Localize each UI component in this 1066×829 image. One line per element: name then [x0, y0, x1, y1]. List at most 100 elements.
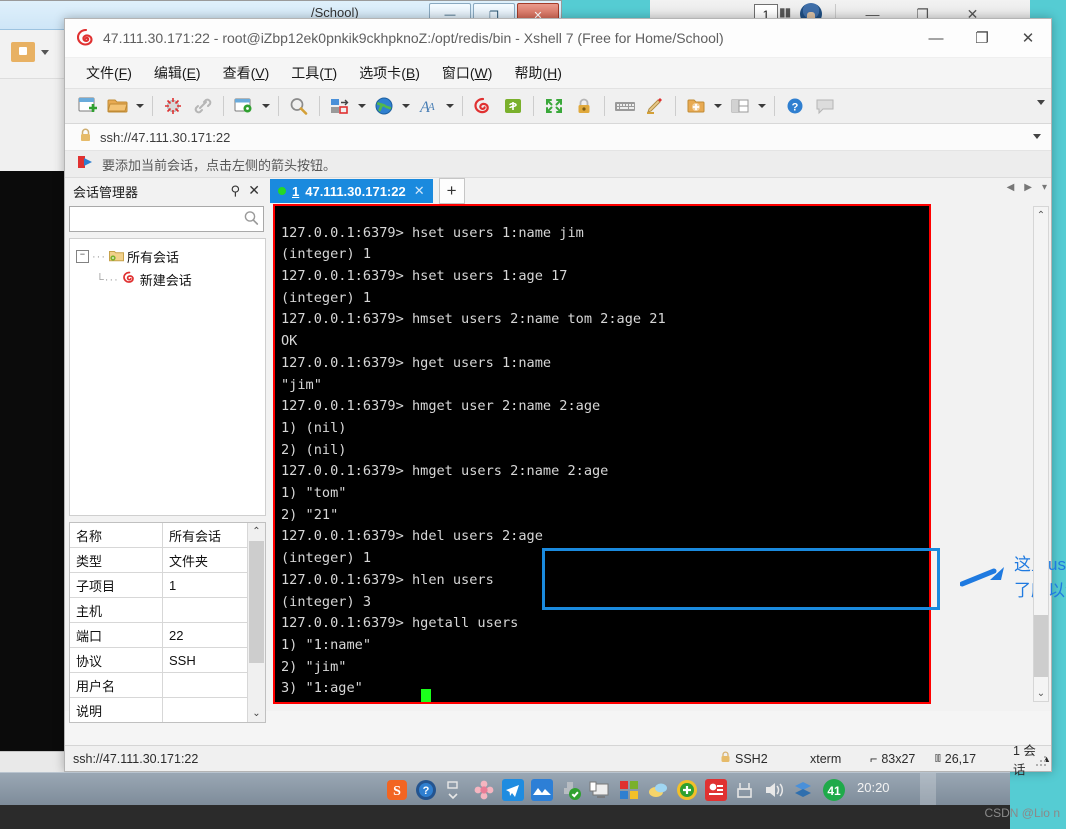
tree-item-all-sessions[interactable]: − ··· 所有会话 — [70, 245, 265, 268]
terminal-scrollbar[interactable]: ⌃ ⌄ — [1033, 206, 1049, 702]
show-desktop-button[interactable] — [920, 773, 936, 806]
disconnect-icon[interactable] — [158, 92, 188, 120]
system-tray[interactable]: S ? 41 — [380, 773, 847, 806]
usb-ok-icon[interactable] — [560, 779, 582, 801]
background-terminal[interactable]: ge 30 3 — [0, 171, 66, 751]
fullscreen-icon[interactable] — [539, 92, 569, 120]
comment-icon[interactable] — [810, 92, 840, 120]
tab-strip[interactable]: 1 47.111.30.171:22 ✕ + ◀ ▶ ▾ — [270, 178, 1051, 204]
menu-file[interactable]: 文件(F) — [77, 60, 141, 86]
plug-icon[interactable] — [734, 779, 756, 801]
chevron-down-icon[interactable] — [1033, 134, 1041, 139]
menu-window[interactable]: 窗口(W) — [433, 60, 502, 86]
taskbar-clock[interactable]: 20:20 — [857, 780, 890, 795]
qq-cloud-icon[interactable] — [647, 779, 669, 801]
properties-table[interactable]: 名称 所有会话 类型 文件夹 子项目 1 主机 端口 22 协议 SSH 用户名 说明 ⌃… — [69, 522, 266, 723]
search-icon[interactable] — [243, 210, 259, 231]
link-icon[interactable] — [188, 92, 218, 120]
xshell-session-icon — [122, 271, 137, 288]
font-icon[interactable]: AA — [413, 92, 443, 120]
session-manager-panel[interactable]: 会话管理器 ⚲ ✕ − ··· 所有会话 └··· 新建会话 名称 所有会话 类… — [65, 178, 271, 723]
highlight-icon[interactable] — [640, 92, 670, 120]
menu-view[interactable]: 查看(V) — [214, 60, 279, 86]
new-session-icon[interactable] — [73, 92, 103, 120]
menu-tabs[interactable]: 选项卡(B) — [350, 60, 429, 86]
table-row: 主机 — [70, 598, 265, 623]
windows-taskbar[interactable]: S ? 41 20:20 — [0, 772, 1010, 806]
close-icon[interactable]: ✕ — [248, 182, 260, 199]
open-folder-icon[interactable] — [103, 92, 133, 120]
scrollbar-thumb[interactable] — [249, 541, 264, 663]
mountain-icon[interactable] — [531, 778, 553, 801]
chevron-down-icon[interactable] — [443, 92, 457, 120]
tab-scroll-right-icon[interactable]: ▶ — [1024, 182, 1032, 193]
help-icon[interactable]: ? — [780, 92, 810, 120]
menubar[interactable]: 文件(F) 编辑(E) 查看(V) 工具(T) 选项卡(B) 窗口(W) 帮助(… — [65, 58, 1051, 88]
address-bar[interactable]: ssh://47.111.30.171:22 — [65, 124, 1051, 151]
scroll-down-icon[interactable]: ⌄ — [1034, 685, 1048, 701]
maximize-button[interactable]: ❐ — [959, 19, 1005, 57]
watermark-text: CSDN @Lio n — [984, 806, 1060, 820]
transfer-icon[interactable] — [325, 92, 355, 120]
divider — [319, 96, 320, 116]
session-properties-icon[interactable] — [229, 92, 259, 120]
session-tree[interactable]: − ··· 所有会话 └··· 新建会话 — [69, 238, 266, 516]
tree-item-new-session[interactable]: └··· 新建会话 — [70, 268, 265, 291]
chevron-down-icon[interactable] — [399, 92, 413, 120]
globe-icon[interactable] — [369, 92, 399, 120]
add-tab-icon[interactable] — [681, 92, 711, 120]
scroll-down-icon[interactable]: ⌄ — [248, 705, 265, 722]
layout-icon[interactable] — [725, 92, 755, 120]
keyboard-icon[interactable] — [610, 92, 640, 120]
tab-scroll-left-icon[interactable]: ◀ — [1007, 182, 1015, 193]
menu-edit[interactable]: 编辑(E) — [145, 60, 210, 86]
menu-help[interactable]: 帮助(H) — [505, 60, 570, 86]
collapse-toggle-icon[interactable]: − — [76, 250, 89, 263]
terminal-area: 1 47.111.30.171:22 ✕ + ◀ ▶ ▾ 127.0.0.1:6… — [270, 178, 1066, 711]
windows-icon[interactable] — [618, 779, 640, 801]
telegram-icon[interactable] — [502, 778, 524, 801]
lock-icon[interactable] — [569, 92, 599, 120]
volume-icon[interactable] — [763, 779, 785, 801]
search-input[interactable] — [69, 206, 264, 232]
menu-tools[interactable]: 工具(T) — [282, 60, 346, 86]
window-titlebar[interactable]: 47.111.30.171:22 - root@iZbp12ek0pnkik9c… — [65, 19, 1051, 58]
address-input[interactable]: ssh://47.111.30.171:22 — [100, 130, 230, 145]
close-icon[interactable]: ✕ — [414, 183, 425, 199]
scroll-up-icon[interactable]: ⌃ — [248, 523, 265, 540]
chevron-down-icon[interactable] — [755, 92, 769, 120]
toolbar-overflow-icon[interactable] — [1037, 100, 1045, 105]
folder-icon — [109, 249, 124, 265]
minimize-button[interactable]: — — [913, 19, 959, 57]
qq-red-icon[interactable] — [705, 778, 727, 801]
tab-session-1[interactable]: 1 47.111.30.171:22 ✕ — [270, 179, 433, 203]
plus-green-icon[interactable] — [676, 779, 698, 801]
question-icon[interactable]: ? — [415, 779, 437, 801]
scroll-up-icon[interactable]: ⌃ — [1034, 207, 1048, 223]
xshell-window[interactable]: 47.111.30.171:22 - root@iZbp12ek0pnkik9c… — [64, 18, 1066, 777]
cherry-icon[interactable] — [473, 779, 495, 801]
chevron-down-icon[interactable] — [711, 92, 725, 120]
snipaste-icon[interactable]: S — [386, 779, 408, 801]
tab-nav[interactable]: ◀ ▶ ▾ — [1007, 182, 1047, 193]
new-tab-button[interactable]: + — [438, 178, 465, 204]
chevron-down-icon[interactable] — [41, 50, 49, 55]
find-icon[interactable] — [284, 92, 314, 120]
chevron-down-icon[interactable] — [355, 92, 369, 120]
chevron-down-icon[interactable] — [133, 92, 147, 120]
display-icon[interactable] — [589, 779, 611, 801]
toolbar[interactable]: AA ? — [65, 88, 1051, 124]
notification-count-badge[interactable]: 41 — [821, 777, 847, 803]
properties-scrollbar[interactable]: ⌃ ⌄ — [247, 523, 265, 722]
add-folder-icon[interactable] — [11, 42, 35, 62]
close-button[interactable]: ✕ — [1005, 19, 1051, 57]
xftp-icon[interactable] — [498, 92, 528, 120]
tab-menu-icon[interactable]: ▾ — [1042, 182, 1047, 193]
chevron-down-icon[interactable] — [259, 92, 273, 120]
pin-icon[interactable]: ⚲ — [230, 183, 240, 199]
chevron-up-icon[interactable] — [444, 779, 466, 801]
resize-grip-icon[interactable] — [1036, 756, 1048, 768]
virtualbox-icon[interactable] — [792, 779, 814, 801]
scrollbar-thumb[interactable] — [1034, 615, 1048, 677]
xshell-icon[interactable] — [468, 92, 498, 120]
